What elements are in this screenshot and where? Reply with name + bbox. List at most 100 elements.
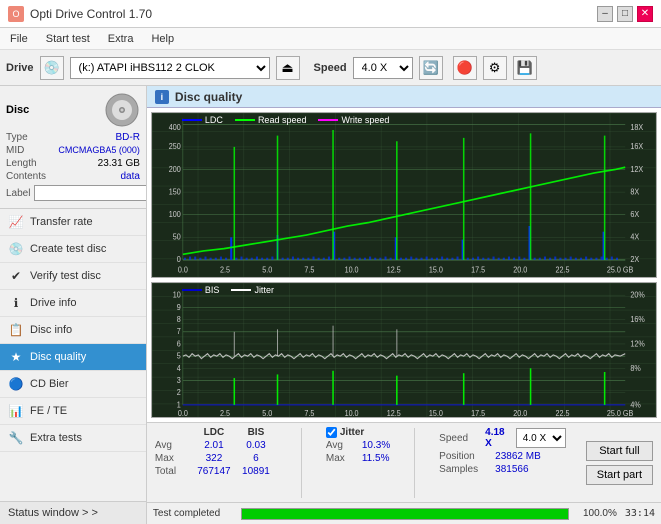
contents-label: Contents	[6, 171, 46, 182]
svg-text:50: 50	[173, 232, 181, 241]
create-test-disc-icon: 💿	[8, 241, 24, 257]
svg-text:250: 250	[169, 142, 181, 151]
sidebar-item-fe-te[interactable]: 📊 FE / TE	[0, 398, 146, 425]
samples-label: Samples	[439, 464, 489, 475]
start-part-button[interactable]: Start part	[586, 465, 653, 485]
svg-text:10: 10	[173, 290, 182, 300]
jitter-checkbox[interactable]	[326, 427, 337, 438]
refresh-button[interactable]: 🔄	[419, 56, 443, 80]
svg-text:12.5: 12.5	[387, 265, 401, 274]
save-button[interactable]: 💾	[513, 56, 537, 80]
sidebar-item-cd-bier[interactable]: 🔵 CD Bier	[0, 371, 146, 398]
menu-bar: File Start test Extra Help	[0, 28, 661, 50]
svg-text:7: 7	[177, 327, 181, 337]
svg-text:0.0: 0.0	[178, 265, 188, 274]
speed-stat-select[interactable]: 4.0 X	[516, 428, 566, 448]
verify-test-disc-icon: ✔	[8, 268, 24, 284]
drive-icon-btn[interactable]: 💿	[40, 56, 64, 80]
svg-text:5.0: 5.0	[262, 408, 273, 417]
status-window-button[interactable]: Status window > >	[0, 501, 146, 524]
sidebar-item-disc-info[interactable]: 📋 Disc info	[0, 317, 146, 344]
disc-quality-header: i Disc quality	[147, 86, 661, 108]
sidebar-item-disc-quality[interactable]: ★ Disc quality	[0, 344, 146, 371]
legend-ldc: LDC	[182, 115, 223, 125]
extra-tests-label: Extra tests	[30, 432, 82, 444]
menu-file[interactable]: File	[6, 31, 32, 47]
close-button[interactable]: ✕	[637, 6, 653, 22]
app-title: Opti Drive Control 1.70	[30, 7, 152, 21]
drive-label: Drive	[6, 62, 34, 74]
verify-test-disc-label: Verify test disc	[30, 270, 101, 282]
status-text: Test completed	[153, 508, 233, 519]
avg-jitter: 10.3%	[362, 440, 390, 451]
burn-button[interactable]: 🔴	[453, 56, 477, 80]
title-bar: O Opti Drive Control 1.70 – □ ✕	[0, 0, 661, 28]
speed-select[interactable]: 4.0 X	[353, 57, 413, 79]
max-ldc: 322	[193, 453, 235, 464]
ldc-chart-svg: 0 50 100 150 200 250 400 2X 4X 6X 8X 12X…	[152, 113, 656, 277]
svg-text:16%: 16%	[630, 314, 644, 324]
avg-label: Avg	[155, 440, 193, 451]
svg-text:8X: 8X	[630, 187, 639, 196]
minimize-button[interactable]: –	[597, 6, 613, 22]
eject-button[interactable]: ⏏	[276, 56, 300, 80]
menu-extra[interactable]: Extra	[104, 31, 138, 47]
menu-help[interactable]: Help	[147, 31, 178, 47]
sidebar-item-extra-tests[interactable]: 🔧 Extra tests	[0, 425, 146, 452]
svg-text:8: 8	[177, 314, 182, 324]
svg-text:10.0: 10.0	[344, 265, 358, 274]
svg-text:12X: 12X	[630, 164, 643, 173]
settings-button[interactable]: ⚙	[483, 56, 507, 80]
jitter-header: Jitter	[340, 427, 364, 438]
content-area: i Disc quality LDC Read speed	[147, 86, 661, 524]
start-buttons: Start full Start part	[586, 427, 653, 498]
avg-ldc: 2.01	[193, 440, 235, 451]
svg-text:25.0 GB: 25.0 GB	[607, 265, 633, 274]
length-value: 23.31 GB	[98, 158, 140, 169]
svg-text:0: 0	[177, 255, 181, 264]
disc-icon	[104, 92, 140, 128]
mid-label: MID	[6, 145, 24, 156]
speed-label: Speed	[314, 62, 347, 74]
sidebar-item-transfer-rate[interactable]: 📈 Transfer rate	[0, 209, 146, 236]
type-label: Type	[6, 132, 28, 143]
start-full-button[interactable]: Start full	[586, 441, 653, 461]
svg-text:2: 2	[177, 387, 181, 397]
max-jitter: 11.5%	[362, 453, 390, 464]
drive-info-icon: ℹ	[8, 295, 24, 311]
legend-bis: BIS	[182, 285, 220, 295]
sidebar-item-verify-test-disc[interactable]: ✔ Verify test disc	[0, 263, 146, 290]
svg-text:2.5: 2.5	[220, 408, 231, 417]
svg-text:10.0: 10.0	[345, 408, 360, 417]
total-bis: 10891	[235, 466, 277, 477]
svg-text:4: 4	[177, 363, 182, 373]
main-layout: Disc Type BD-R MID CMCMAGBA5 (000) Lengt…	[0, 86, 661, 524]
ldc-header: LDC	[193, 427, 235, 438]
bis-chart: BIS Jitter	[151, 282, 657, 418]
svg-text:7.5: 7.5	[304, 265, 314, 274]
maximize-button[interactable]: □	[617, 6, 633, 22]
samples-value: 381566	[495, 464, 528, 475]
label-input[interactable]	[34, 185, 146, 201]
speed-stat-label: Speed	[439, 433, 479, 444]
sidebar-item-create-test-disc[interactable]: 💿 Create test disc	[0, 236, 146, 263]
svg-text:12%: 12%	[630, 339, 644, 349]
bis-chart-svg: 1 2 3 4 5 6 7 8 9 10 4% 8% 12% 16% 20%	[152, 283, 656, 417]
svg-text:2X: 2X	[630, 255, 639, 264]
sidebar-item-drive-info[interactable]: ℹ Drive info	[0, 290, 146, 317]
menu-start-test[interactable]: Start test	[42, 31, 94, 47]
svg-text:6X: 6X	[630, 210, 639, 219]
transfer-rate-label: Transfer rate	[30, 216, 93, 228]
create-test-disc-label: Create test disc	[30, 243, 106, 255]
label-field-label: Label	[6, 188, 30, 199]
app-icon: O	[8, 6, 24, 22]
svg-text:12.5: 12.5	[387, 408, 402, 417]
svg-text:5.0: 5.0	[262, 265, 272, 274]
svg-text:20.0: 20.0	[513, 408, 528, 417]
svg-text:7.5: 7.5	[304, 408, 315, 417]
svg-text:0.0: 0.0	[178, 408, 189, 417]
svg-text:4X: 4X	[630, 232, 639, 241]
drive-select[interactable]: (k:) ATAPI iHBS112 2 CLOK	[70, 57, 270, 79]
chart2-legend: BIS Jitter	[182, 285, 274, 295]
progress-bar-container	[241, 508, 569, 520]
